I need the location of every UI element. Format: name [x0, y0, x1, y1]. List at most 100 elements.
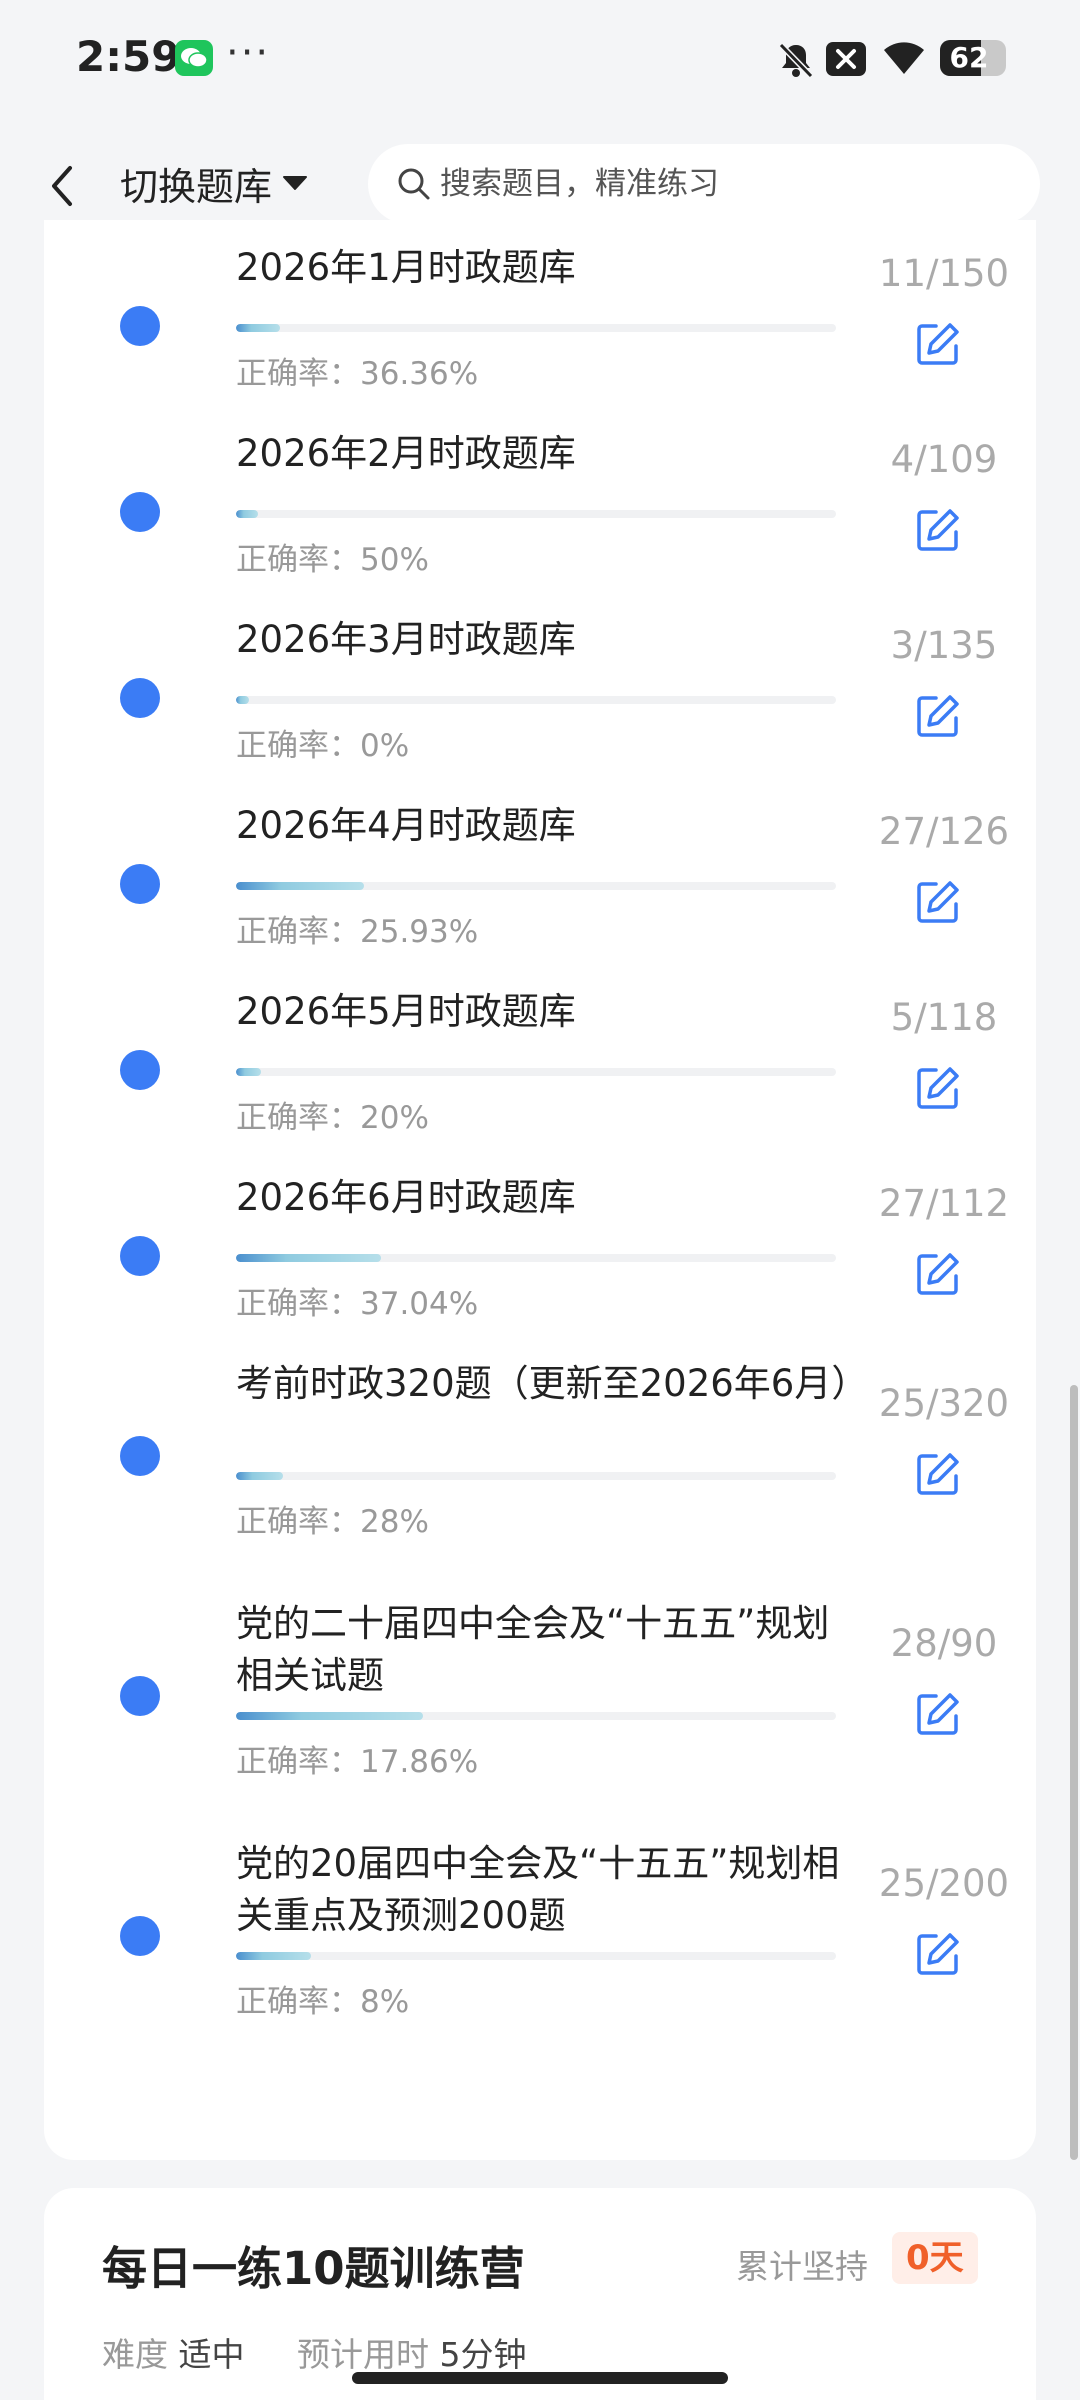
battery-icon: 62 — [940, 40, 1006, 76]
progress-count: 5/118 — [890, 996, 998, 1039]
progress-bar — [236, 324, 836, 332]
progress-bar-fill — [236, 1068, 262, 1076]
progress-count: 27/126 — [878, 810, 1010, 853]
bell-off-icon — [778, 42, 814, 79]
time-label: 预计用时 — [297, 2335, 429, 2374]
scrollbar[interactable] — [1070, 1385, 1078, 2160]
progress-bar — [236, 882, 836, 890]
item-title: 2026年6月时政题库 — [236, 1176, 576, 1219]
accuracy-label: 正确率： — [236, 1984, 360, 2020]
edit-practice-icon[interactable] — [914, 878, 962, 926]
accuracy-text: 正确率：28% — [236, 1496, 429, 1541]
more-notifications-icon: ··· — [226, 30, 271, 76]
edit-practice-icon[interactable] — [914, 1450, 962, 1498]
item-title: 2026年3月时政题库 — [236, 618, 576, 661]
accuracy-text: 正确率：36.36% — [236, 348, 478, 393]
switch-question-bank-button[interactable]: 切换题库 — [120, 158, 308, 209]
question-bank-item[interactable]: 2026年5月时政题库 正确率：20% 5/118 — [44, 964, 1036, 1150]
status-bar: 2:59 ··· 62 — [0, 0, 1080, 118]
edit-practice-icon[interactable] — [914, 1690, 962, 1738]
accuracy-text: 正确率：50% — [236, 534, 429, 579]
status-dot — [120, 306, 160, 346]
edit-practice-icon[interactable] — [914, 1250, 962, 1298]
status-dot — [120, 1676, 160, 1716]
search-box[interactable] — [368, 144, 1040, 224]
caret-down-icon — [283, 176, 308, 190]
status-time: 2:59 — [76, 32, 181, 81]
accuracy-value: 37.04% — [360, 1286, 479, 1322]
accuracy-value: 25.93% — [360, 914, 479, 950]
accuracy-value: 0% — [360, 728, 410, 764]
difficulty-label: 难度 — [102, 2335, 168, 2374]
progress-bar — [236, 1952, 836, 1960]
item-title: 党的20届四中全会及“十五五”规划相关重点及预测200题 — [236, 1842, 840, 1937]
question-bank-item[interactable]: 2026年4月时政题库 正确率：25.93% 27/126 — [44, 778, 1036, 964]
progress-bar-fill — [236, 882, 365, 890]
question-bank-item[interactable]: 考前时政320题（更新至2026年6月） 正确率：28% 25/320 — [44, 1336, 1036, 1576]
accuracy-value: 28% — [360, 1504, 429, 1540]
progress-bar-fill — [236, 510, 259, 518]
status-dot — [120, 1236, 160, 1276]
accuracy-text: 正确率：25.93% — [236, 906, 478, 951]
accuracy-label: 正确率： — [236, 1744, 360, 1780]
wechat-icon — [175, 40, 213, 76]
accuracy-label: 正确率： — [236, 1100, 360, 1136]
progress-count: 25/320 — [878, 1382, 1010, 1425]
status-dot — [120, 1436, 160, 1476]
accuracy-text: 正确率：37.04% — [236, 1278, 478, 1323]
battery-percent: 62 — [949, 41, 989, 74]
home-indicator[interactable] — [352, 2372, 728, 2384]
progress-bar-fill — [236, 1254, 381, 1262]
back-arrow-icon[interactable] — [44, 162, 80, 210]
close-notification-icon — [826, 42, 866, 76]
status-dot — [120, 864, 160, 904]
edit-practice-icon[interactable] — [914, 692, 962, 740]
accuracy-value: 17.86% — [360, 1744, 479, 1780]
progress-bar — [236, 696, 836, 704]
progress-count: 11/150 — [878, 252, 1010, 295]
time-value: 5分钟 — [439, 2335, 527, 2374]
progress-bar-fill — [236, 1952, 311, 1960]
item-title: 2026年1月时政题库 — [236, 246, 576, 289]
progress-count: 28/90 — [890, 1622, 998, 1665]
status-dot — [120, 678, 160, 718]
daily-training-camp-card[interactable]: 每日一练10题训练营 累计坚持 0天 难度 适中 预计用时 5分钟 — [44, 2188, 1036, 2400]
progress-count: 3/135 — [890, 624, 998, 667]
accuracy-label: 正确率： — [236, 1504, 360, 1540]
streak-label: 累计坚持 — [736, 2247, 868, 2286]
difficulty-value: 适中 — [178, 2335, 245, 2374]
progress-bar-fill — [236, 696, 250, 704]
progress-bar — [236, 1254, 836, 1262]
accuracy-text: 正确率：20% — [236, 1092, 429, 1137]
progress-count: 4/109 — [890, 438, 998, 481]
accuracy-value: 20% — [360, 1100, 429, 1136]
question-bank-item[interactable]: 2026年1月时政题库 正确率：36.36% 11/150 — [44, 220, 1036, 406]
item-title: 2026年5月时政题库 — [236, 990, 576, 1033]
question-bank-item[interactable]: 2026年2月时政题库 正确率：50% 4/109 — [44, 406, 1036, 592]
question-bank-item[interactable]: 2026年6月时政题库 正确率：37.04% 27/112 — [44, 1150, 1036, 1336]
item-title: 考前时政320题（更新至2026年6月） — [236, 1362, 869, 1405]
accuracy-value: 8% — [360, 1984, 410, 2020]
accuracy-label: 正确率： — [236, 356, 360, 392]
edit-practice-icon[interactable] — [914, 320, 962, 368]
question-bank-item[interactable]: 党的二十届四中全会及“十五五”规划相关试题 正确率：17.86% 28/90 — [44, 1576, 1036, 1816]
question-bank-list: 2026年1月时政题库 正确率：36.36% 11/150 2026年2月时政题库 正确… — [44, 220, 1036, 2160]
progress-bar-fill — [236, 324, 280, 332]
camp-title: 每日一练10题训练营 — [102, 2242, 525, 2295]
accuracy-label: 正确率： — [236, 1286, 360, 1322]
edit-practice-icon[interactable] — [914, 1930, 962, 1978]
question-bank-item[interactable]: 党的20届四中全会及“十五五”规划相关重点及预测200题正确率：8% 25/200 — [44, 1816, 1036, 2056]
edit-practice-icon[interactable] — [914, 506, 962, 554]
progress-bar — [236, 1472, 836, 1480]
switch-question-bank-label: 切换题库 — [120, 164, 273, 209]
edit-practice-icon[interactable] — [914, 1064, 962, 1112]
progress-bar — [236, 1712, 836, 1720]
accuracy-text: 正确率：0% — [236, 720, 409, 765]
search-input[interactable] — [440, 144, 1020, 224]
progress-count: 25/200 — [878, 1862, 1010, 1905]
wifi-icon — [884, 42, 924, 74]
question-bank-item[interactable]: 2026年3月时政题库 正确率：0% 3/135 — [44, 592, 1036, 778]
progress-bar — [236, 1068, 836, 1076]
accuracy-text: 正确率：8% — [236, 1976, 409, 2021]
streak-badge: 0天 — [892, 2232, 978, 2284]
